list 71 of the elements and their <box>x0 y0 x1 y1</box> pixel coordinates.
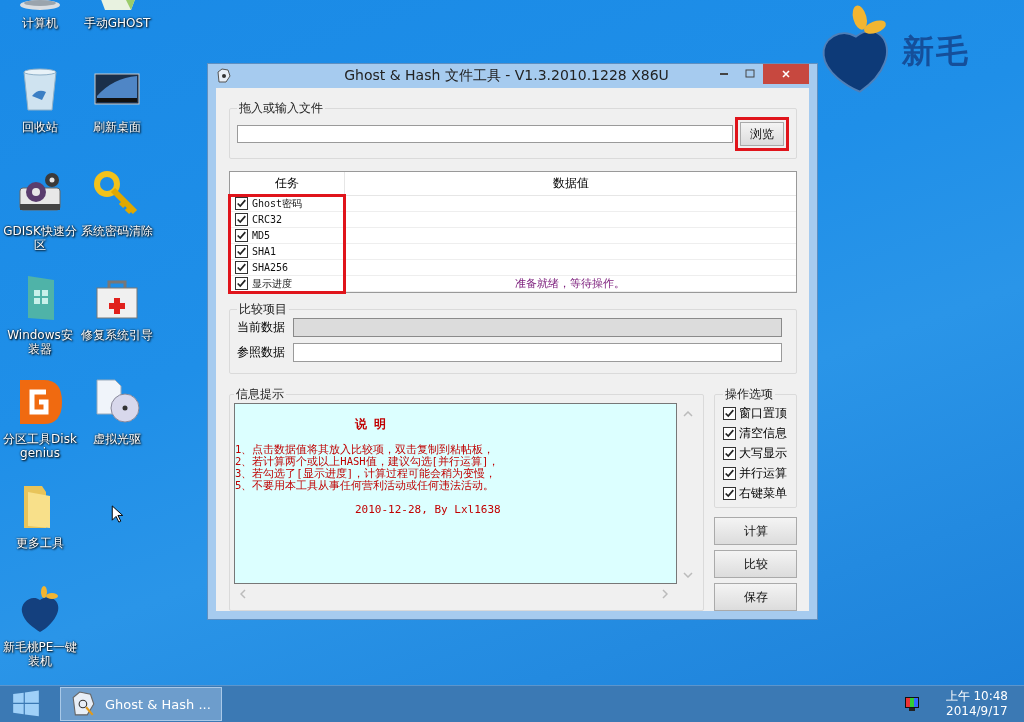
checkbox[interactable] <box>723 486 736 500</box>
action-button[interactable]: 比较 <box>714 550 797 578</box>
desktop-icon-label[interactable]: 刷新桌面 <box>79 120 155 134</box>
mouse-cursor-icon <box>111 505 123 524</box>
clock-date: 2014/9/17 <box>946 704 1008 719</box>
group-label: 操作选项 <box>724 386 774 403</box>
clock-time: 上午 10:48 <box>945 689 1008 704</box>
ghost-app-icon <box>216 68 232 84</box>
taskbar-item[interactable]: Ghost & Hash ... <box>60 687 222 721</box>
option-label: 大写显示 <box>739 444 787 462</box>
field-label: 参照数据 <box>237 344 286 361</box>
data-field[interactable] <box>293 343 782 362</box>
disc-file-icon <box>93 378 141 426</box>
option-label: 窗口置顶 <box>739 404 787 422</box>
checkbox[interactable] <box>235 245 248 258</box>
checkbox[interactable] <box>235 197 248 210</box>
task-name: SHA1 <box>252 246 277 257</box>
action-button[interactable]: 计算 <box>714 517 797 545</box>
desktop-icon-label[interactable]: 回收站 <box>2 120 78 134</box>
maximize-icon <box>745 69 755 79</box>
checkbox[interactable] <box>235 277 248 290</box>
logo-text: 新毛 <box>902 31 970 72</box>
desktop-icon-label[interactable]: 修复系统引导 <box>79 328 155 342</box>
field-label: 当前数据 <box>237 319 286 336</box>
close-icon <box>781 69 791 79</box>
checkbox[interactable] <box>723 446 736 460</box>
task-name: CRC32 <box>252 214 283 225</box>
checkbox[interactable] <box>235 229 248 242</box>
column-header: 任务 <box>230 172 345 195</box>
action-button[interactable]: 保存 <box>714 583 797 611</box>
task-name: Ghost密码 <box>252 196 303 211</box>
checkbox[interactable] <box>235 213 248 226</box>
checkbox[interactable] <box>235 261 248 274</box>
task-name: SHA256 <box>252 262 289 273</box>
info-line: 3、若勾选了[显示进度]，计算过程可能会稍为变慢， <box>235 467 497 479</box>
info-line: 1、点击数据值将其放入比较项，双击复制到粘帖板， <box>235 443 496 455</box>
task-name: 显示进度 <box>252 276 292 291</box>
checkbox[interactable] <box>723 466 736 480</box>
group-label: 信息提示 <box>235 386 285 403</box>
browse-button[interactable]: 浏览 <box>740 122 784 146</box>
desktop-icon-label[interactable]: GDISK快速分区 <box>2 224 78 252</box>
windows-logo-icon <box>12 690 40 718</box>
checkbox[interactable] <box>723 406 736 420</box>
desktop-icon-label[interactable]: 计算机 <box>2 16 78 30</box>
info-line: 5、不要用本工具从事任何营利活动或任何违法活动。 <box>235 479 496 491</box>
minimize-icon <box>720 73 728 75</box>
ghost-app-icon <box>71 691 97 717</box>
option-label: 右键菜单 <box>739 484 787 502</box>
file-path-field[interactable] <box>237 125 733 143</box>
info-text-area[interactable]: 说 明 1、点击数据值将其放入比较项，双击复制到粘帖板， 2、若计算两个或以上HASH值，建议勾选[并行运算]， 3、若勾选了[显示进度]，计算过程可能会稍为变慢， 5、不要用本工具从事任何营利活动或任何违法活动。 2010-12-28, By Lxl1638 <box>234 403 677 584</box>
close-button[interactable] <box>763 64 809 84</box>
task-name: MD5 <box>252 230 271 241</box>
desktop-icon-label[interactable]: 更多工具 <box>2 536 78 550</box>
desktop-icon-label[interactable]: 新毛桃PE一键装机 <box>2 640 78 668</box>
desktop-icon-label[interactable]: 手动GHOST <box>79 16 155 30</box>
option-label: 清空信息 <box>739 424 787 442</box>
desktop-icon-label[interactable]: Windows安装器 <box>2 328 78 356</box>
window-title: Ghost & Hash 文件工具 - V1.3.2010.1228 X86U <box>343 67 670 85</box>
desktop-icon-label[interactable]: 虚拟光驱 <box>79 432 155 446</box>
option-label: 并行运算 <box>739 464 787 482</box>
info-heading: 说 明 <box>354 416 388 433</box>
checkbox[interactable] <box>723 426 736 440</box>
group-label: 比较项目 <box>238 301 288 318</box>
column-header: 数据值 <box>551 175 590 192</box>
desktop-icon-label[interactable]: 分区工具Diskgenius <box>2 432 78 460</box>
group-label: 拖入或输入文件 <box>238 100 324 117</box>
status-text: 准备就绪，等待操作。 <box>515 276 625 291</box>
info-signature: 2010-12-28, By Lxl1638 <box>354 503 502 516</box>
desktop-icon-label[interactable]: 系统密码清除 <box>79 224 155 238</box>
info-line: 2、若计算两个或以上HASH值，建议勾选[并行运算]， <box>235 455 501 467</box>
display-color-icon[interactable] <box>903 696 920 712</box>
